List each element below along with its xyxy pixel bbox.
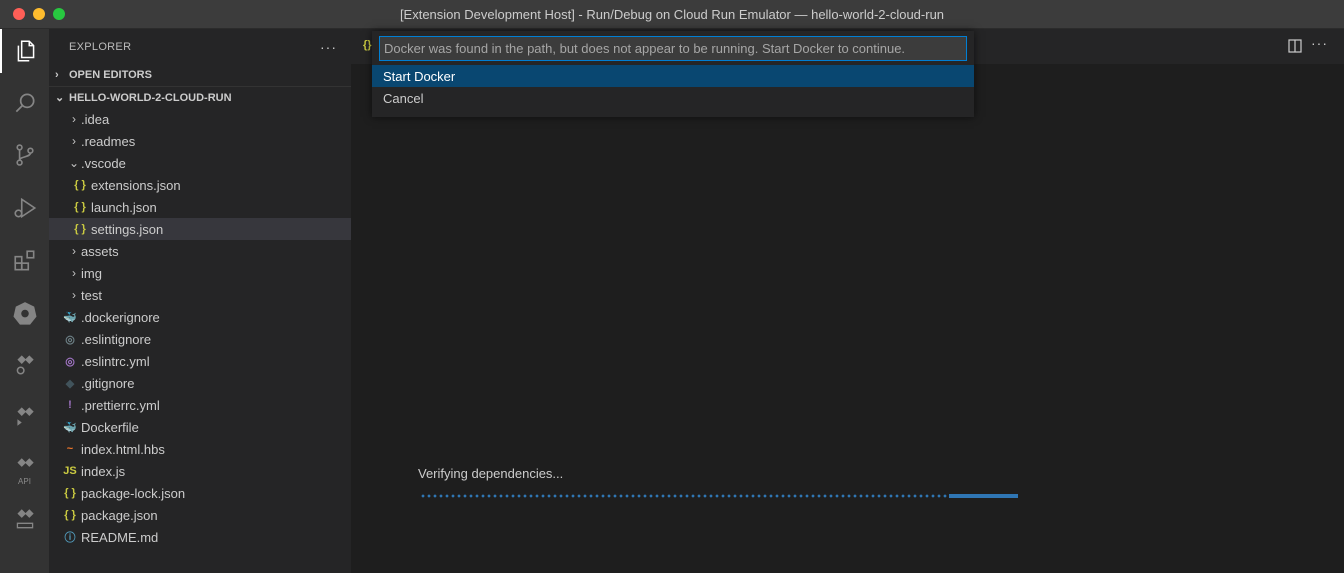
tree-item-label: launch.json (91, 199, 157, 215)
file-item[interactable]: 🐳 Dockerfile (49, 416, 351, 438)
chevron-right-icon: › (55, 69, 59, 81)
tree-item-label: package-lock.json (81, 485, 186, 501)
chevron-right-icon: › (72, 112, 76, 126)
file-item[interactable]: { } package-lock.json (49, 482, 351, 504)
explorer-icon[interactable] (0, 29, 49, 73)
eslintignore-file-icon: ◎ (65, 333, 75, 346)
tree-item-label: package.json (81, 507, 158, 523)
explorer-header: EXPLORER ··· (49, 29, 351, 64)
file-tree: › .idea › .readmes ⌄ .vscode{ } extensions.jso… (49, 108, 351, 548)
search-icon[interactable] (0, 81, 49, 125)
docker-file-icon: 🐳 (63, 421, 77, 434)
cancel-label: Cancel (383, 90, 424, 106)
run-debug-icon[interactable] (0, 186, 49, 230)
split-editor-icon[interactable] (1288, 39, 1302, 53)
tree-item-label: img (81, 265, 102, 281)
tree-item-label: assets (81, 243, 119, 259)
start-docker-label: Start Docker (383, 68, 456, 84)
tree-item-label: .eslintrc.yml (81, 353, 150, 369)
quick-pick-input[interactable] (379, 36, 967, 61)
tree-item-label: .gitignore (81, 375, 135, 391)
extensions-icon[interactable] (0, 239, 49, 283)
file-item[interactable]: ◎ .eslintrc.yml (49, 350, 351, 372)
progress-label: Verifying dependencies... (418, 466, 564, 481)
file-item[interactable]: { } extensions.json (49, 174, 351, 196)
cancel-option[interactable]: Cancel (372, 87, 974, 109)
folder-item[interactable]: › .idea (49, 108, 351, 130)
source-control-icon[interactable] (0, 133, 49, 177)
tree-item-label: settings.json (91, 221, 164, 237)
tree-item-label: .idea (81, 111, 110, 127)
folder-item[interactable]: ⌄ .vscode (49, 152, 351, 174)
file-item[interactable]: ◎ .eslintignore (49, 328, 351, 350)
cloud-apis-icon[interactable]: API (0, 446, 49, 490)
chevron-right-icon: › (72, 244, 76, 258)
open-editors-label: OPEN EDITORS (69, 69, 152, 81)
title-bar: [Extension Development Host] - Run/Debug… (0, 0, 1344, 29)
file-item[interactable]: ~ index.html.hbs (49, 438, 351, 460)
chevron-right-icon: › (72, 266, 76, 280)
progress-bar (420, 494, 1018, 498)
tree-item-label: extensions.json (91, 177, 181, 193)
eslintrc-file-icon: ◎ (65, 355, 75, 368)
file-item[interactable]: { } settings.json (49, 218, 351, 240)
json-file-icon: { } (74, 179, 86, 191)
more-actions-icon[interactable]: ··· (320, 39, 337, 55)
file-item[interactable]: 🐳 .dockerignore (49, 306, 351, 328)
prettier-file-icon: ! (68, 399, 72, 411)
project-label: HELLO-WORLD-2-CLOUD-RUN (69, 91, 232, 104)
info-file-icon: ⓘ (64, 532, 76, 544)
json-file-icon[interactable]: {} (363, 39, 372, 51)
tree-item-label: test (81, 287, 102, 303)
git-file-icon: ◆ (65, 377, 75, 390)
dockerignore-file-icon: 🐳 (63, 311, 77, 324)
explorer-title: EXPLORER (69, 40, 132, 53)
secret-manager-icon[interactable] (0, 497, 49, 541)
tree-item-label: .dockerignore (81, 309, 160, 325)
chevron-right-icon: › (72, 288, 76, 302)
folder-item[interactable]: › img (49, 262, 351, 284)
tree-item-label: .readmes (81, 133, 136, 149)
chevron-down-icon: ⌄ (68, 156, 80, 170)
tree-item-label: .eslintignore (81, 331, 152, 347)
tree-item-label: .prettierrc.yml (81, 397, 160, 413)
tree-item-label: .vscode (81, 155, 126, 171)
file-item[interactable]: { } package.json (49, 504, 351, 526)
project-section[interactable]: ⌄ HELLO-WORLD-2-CLOUD-RUN (49, 86, 351, 108)
quick-pick: Start Docker Cancel (372, 31, 974, 117)
json-file-icon: { } (74, 223, 86, 235)
tree-item-label: Dockerfile (81, 419, 139, 435)
folder-item[interactable]: › test (49, 284, 351, 306)
cloud-run-icon[interactable] (0, 394, 49, 438)
explorer-sidebar: EXPLORER ··· › OPEN EDITORS ⌄ HELLO-WORL… (49, 29, 351, 573)
file-item[interactable]: ! .prettierrc.yml (49, 394, 351, 416)
start-docker-option[interactable]: Start Docker (372, 65, 974, 87)
hbs-file-icon: ~ (66, 443, 74, 455)
file-item[interactable]: JS index.js (49, 460, 351, 482)
chevron-down-icon: ⌄ (55, 92, 65, 104)
file-item[interactable]: ◆ .gitignore (49, 372, 351, 394)
window-title: [Extension Development Host] - Run/Debug… (399, 7, 945, 22)
folder-item[interactable]: › .readmes (49, 130, 351, 152)
json-file-icon: { } (64, 487, 76, 499)
progress-bar-fill (949, 494, 1018, 498)
activity-bar: API (0, 29, 49, 573)
open-editors-section[interactable]: › OPEN EDITORS (49, 64, 351, 86)
json-file-icon: { } (64, 509, 76, 521)
js-file-icon: JS (63, 465, 77, 477)
chevron-right-icon: › (72, 134, 76, 148)
file-item[interactable]: { } launch.json (49, 196, 351, 218)
tree-item-label: index.js (81, 463, 126, 479)
kubernetes-icon[interactable] (0, 291, 49, 335)
tree-item-label: README.md (81, 529, 159, 545)
json-file-icon: { } (74, 201, 86, 213)
cloud-code-icon[interactable] (0, 342, 49, 386)
file-item[interactable]: ⓘ README.md (49, 526, 351, 548)
editor-more-actions-icon[interactable]: ··· (1311, 35, 1328, 51)
tree-item-label: index.html.hbs (81, 441, 165, 457)
folder-item[interactable]: › assets (49, 240, 351, 262)
